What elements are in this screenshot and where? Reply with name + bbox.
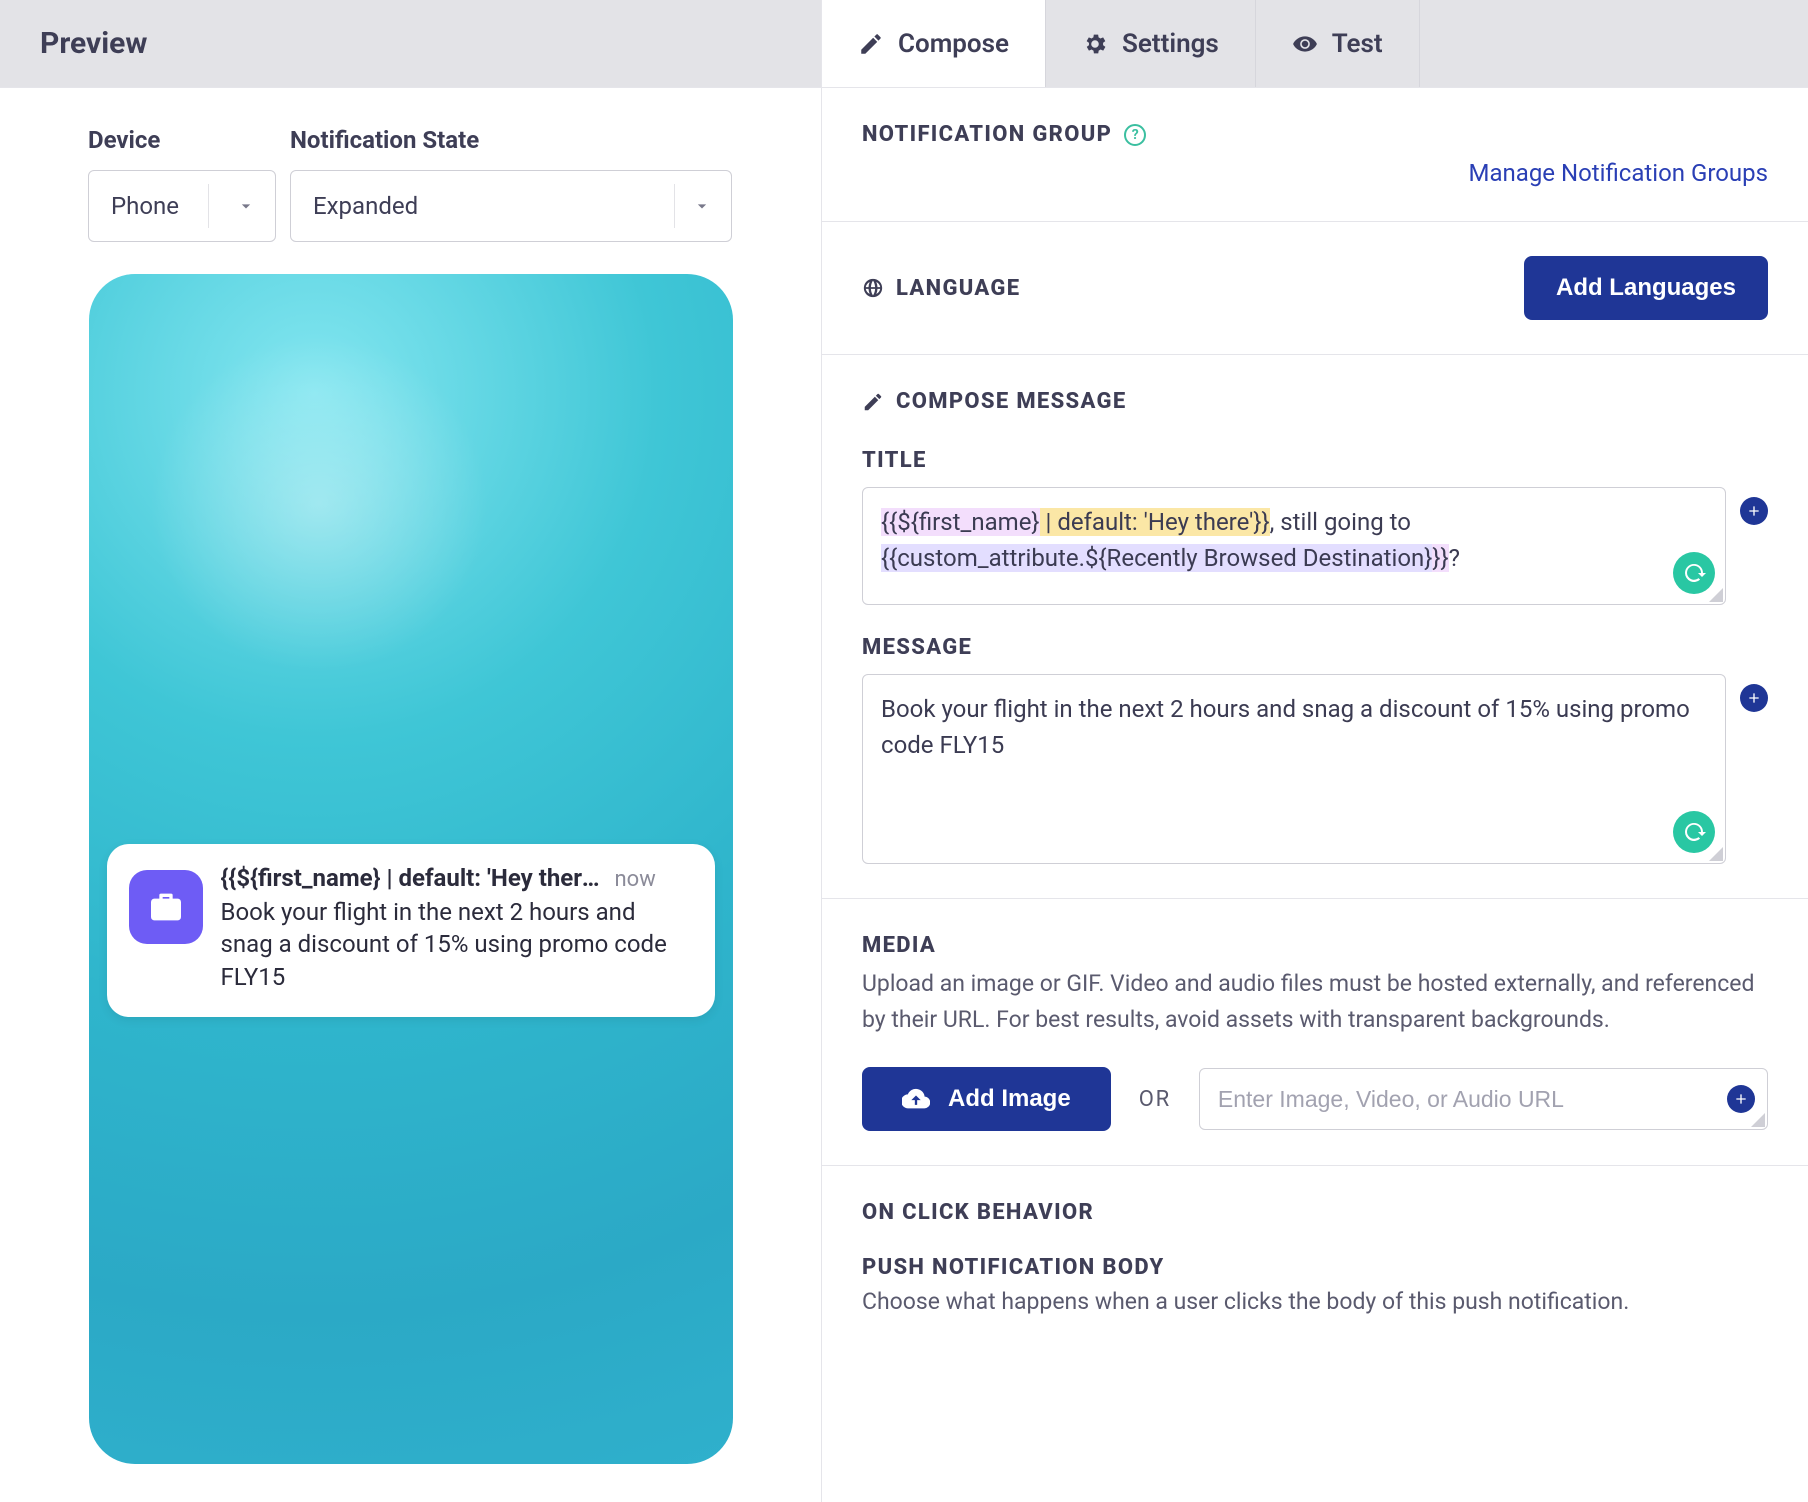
resize-handle[interactable]: [1709, 847, 1723, 861]
device-select[interactable]: Phone: [88, 170, 276, 242]
phone-mockup: {{${first_name} | default: 'Hey there...…: [89, 274, 733, 1464]
tab-compose[interactable]: Compose: [822, 0, 1046, 87]
language-title: LANGUAGE: [896, 276, 1020, 301]
chevron-down-icon: [233, 196, 259, 216]
title-label: TITLE: [862, 448, 1768, 473]
section-language: LANGUAGE Add Languages: [822, 222, 1808, 355]
notification-title: {{${first_name} | default: 'Hey there...: [221, 864, 601, 892]
help-icon[interactable]: ?: [1124, 124, 1146, 146]
resize-handle[interactable]: [1709, 588, 1723, 602]
notification-body: Book your flight in the next 2 hours and…: [221, 896, 693, 993]
add-languages-button[interactable]: Add Languages: [1524, 256, 1768, 320]
chevron-down-icon: [689, 196, 715, 216]
media-description: Upload an image or GIF. Video and audio …: [862, 966, 1768, 1037]
globe-icon: [862, 277, 884, 299]
suitcase-icon: [146, 887, 186, 927]
app-icon: [129, 870, 203, 944]
media-url-input-wrap: [1199, 1068, 1768, 1130]
device-select-value: Phone: [111, 192, 179, 220]
pencil-icon: [858, 31, 884, 57]
cloud-upload-icon: [902, 1085, 930, 1113]
manage-notification-groups-link[interactable]: Manage Notification Groups: [1469, 159, 1769, 187]
title-input[interactable]: {{${first_name} | default: 'Hey there'}}…: [862, 487, 1726, 605]
section-media: MEDIA Upload an image or GIF. Video and …: [822, 899, 1808, 1166]
preview-header: Preview: [0, 0, 821, 88]
preview-panel: Preview Device Phone Notification State: [0, 0, 822, 1502]
push-body-description: Choose what happens when a user clicks t…: [862, 1288, 1768, 1315]
section-on-click: ON CLICK BEHAVIOR PUSH NOTIFICATION BODY…: [822, 1166, 1808, 1349]
device-label: Device: [88, 126, 276, 154]
tab-test[interactable]: Test: [1256, 0, 1420, 87]
state-label: Notification State: [290, 126, 732, 154]
resize-handle[interactable]: [1751, 1113, 1765, 1127]
preview-title: Preview: [40, 26, 147, 61]
eye-icon: [1292, 31, 1318, 57]
tab-settings[interactable]: Settings: [1046, 0, 1256, 87]
media-title: MEDIA: [862, 933, 936, 958]
tabs: Compose Settings Test: [822, 0, 1808, 88]
push-body-title: PUSH NOTIFICATION BODY: [862, 1255, 1165, 1280]
add-image-button[interactable]: Add Image: [862, 1067, 1111, 1131]
add-message-icon[interactable]: [1740, 684, 1768, 712]
notification-card: {{${first_name} | default: 'Hey there...…: [107, 844, 715, 1017]
message-label: MESSAGE: [862, 635, 1768, 660]
on-click-title: ON CLICK BEHAVIOR: [862, 1200, 1094, 1225]
state-select-value: Expanded: [313, 192, 656, 220]
media-url-input[interactable]: [1218, 1086, 1749, 1113]
editor-panel: Compose Settings Test NOTIFICATION GROUP…: [822, 0, 1808, 1502]
state-select[interactable]: Expanded: [290, 170, 732, 242]
section-notification-group: NOTIFICATION GROUP ? Manage Notification…: [822, 88, 1808, 222]
add-title-icon[interactable]: [1740, 497, 1768, 525]
message-input[interactable]: Book your flight in the next 2 hours and…: [862, 674, 1726, 864]
or-divider: OR: [1139, 1087, 1171, 1112]
section-compose: COMPOSE MESSAGE TITLE {{${first_name} | …: [822, 355, 1808, 899]
add-media-url-icon[interactable]: [1727, 1085, 1755, 1113]
notification-group-title: NOTIFICATION GROUP: [862, 122, 1112, 147]
compose-icon: [862, 391, 884, 413]
notification-time: now: [615, 867, 656, 892]
compose-message-title: COMPOSE MESSAGE: [896, 389, 1127, 414]
gear-icon: [1082, 31, 1108, 57]
